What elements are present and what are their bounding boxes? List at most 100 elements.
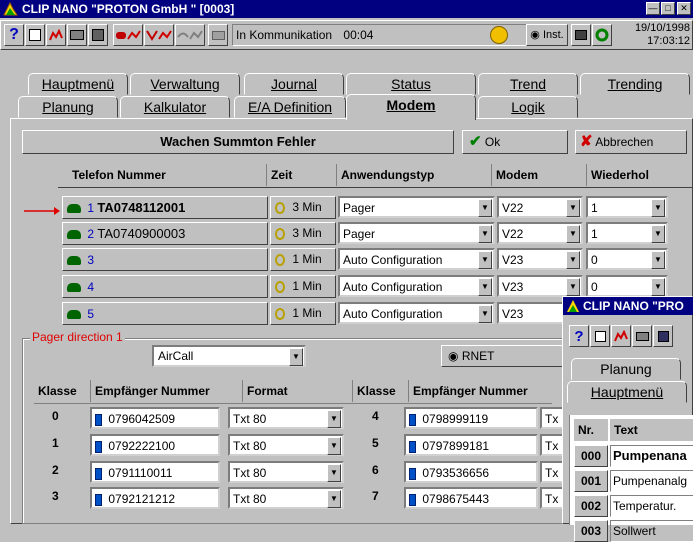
phone-row-1[interactable]: 1 TA0748112001 [62, 196, 268, 219]
second-window[interactable]: CLIP NANO "PRO ? Planung Hauptmenü Nr. T… [562, 296, 693, 542]
close-button[interactable]: ✕ [677, 2, 691, 15]
chevron-down-icon[interactable]: ▼ [566, 199, 580, 217]
tab-planung[interactable]: Planung [18, 96, 118, 118]
text-value[interactable]: Pumpenanalg [610, 470, 693, 492]
chart-icon[interactable] [46, 24, 66, 46]
chevron-down-icon[interactable]: ▼ [566, 278, 580, 296]
tab-trending[interactable]: Trending [580, 73, 690, 95]
phone-row-3[interactable]: 3 [62, 248, 268, 271]
notebook-icon[interactable] [25, 24, 45, 46]
printer-icon[interactable] [632, 325, 652, 347]
wiederhol-select[interactable]: 1 ▼ [586, 196, 668, 218]
zeit-button[interactable]: 1 Min [270, 248, 336, 271]
save-icon[interactable] [88, 24, 108, 46]
tab-hauptmenu[interactable]: Hauptmenü [567, 381, 687, 403]
text-nr[interactable]: 002 [574, 495, 608, 517]
text-nr[interactable]: 001 [574, 470, 608, 492]
tab-logik[interactable]: Logik [478, 96, 578, 118]
notebook-icon[interactable] [590, 325, 610, 347]
tab-verwaltung[interactable]: Verwaltung [130, 73, 240, 95]
tab-status[interactable]: Status [346, 73, 476, 95]
title-bar[interactable]: CLIP NANO "PROTON GmbH " [0003] [0, 0, 693, 18]
empfaenger-field[interactable]: 0798675443 [404, 487, 538, 509]
tab-kalkulator[interactable]: Kalkulator [120, 96, 230, 118]
save-icon[interactable] [653, 325, 673, 347]
pager-service-select[interactable]: AirCall ▼ [152, 345, 306, 367]
chevron-down-icon[interactable]: ▼ [478, 251, 492, 269]
phone-row-4[interactable]: 4 [62, 275, 268, 298]
chevron-down-icon[interactable]: ▼ [327, 410, 341, 428]
text-value[interactable]: Temperatur. [610, 495, 693, 517]
grey-chart-icon[interactable] [175, 24, 205, 46]
chevron-down-icon[interactable]: ▼ [327, 437, 341, 455]
help-icon[interactable]: ? [4, 24, 24, 46]
chart-icon[interactable] [611, 325, 631, 347]
zeit-button[interactable]: 1 Min [270, 302, 336, 325]
zeit-button[interactable]: 3 Min [270, 222, 336, 245]
chevron-down-icon[interactable]: ▼ [478, 278, 492, 296]
anwendungstyp-select[interactable]: Auto Configuration ▼ [338, 275, 495, 297]
tab-hauptmenu[interactable]: Hauptmenü [28, 73, 128, 95]
chevron-down-icon[interactable]: ▼ [289, 348, 303, 366]
empfaenger-field[interactable]: 0792121212 [90, 487, 220, 509]
anwendungstyp-select[interactable]: Auto Configuration ▼ [338, 248, 495, 270]
tab-trend[interactable]: Trend [478, 73, 578, 95]
second-window-title[interactable]: CLIP NANO "PRO [563, 297, 693, 315]
chevron-down-icon[interactable]: ▼ [651, 199, 665, 217]
chevron-down-icon[interactable]: ▼ [478, 305, 492, 323]
tab-planung[interactable]: Planung [571, 358, 681, 380]
signal-chart-icon[interactable] [144, 24, 174, 46]
help-icon[interactable]: ? [569, 325, 589, 347]
empfaenger-field[interactable]: 0793536656 [404, 461, 538, 483]
text-value[interactable]: Sollwert [610, 520, 693, 542]
format-select[interactable]: Txt 80 ▼ [228, 487, 344, 509]
chevron-down-icon[interactable]: ▼ [327, 490, 341, 508]
empfaenger-field[interactable]: 0798999119 [404, 407, 538, 429]
text-nr[interactable]: 000 [574, 445, 608, 467]
anwendungstyp-select[interactable]: Auto Configuration ▼ [338, 302, 495, 324]
format-select[interactable]: Txt 80 ▼ [228, 434, 344, 456]
zeit-button[interactable]: 3 Min [270, 196, 336, 219]
modem-select[interactable]: V23 ▼ [497, 248, 583, 270]
text-value[interactable]: Pumpenana [610, 445, 693, 467]
computer-icon[interactable] [571, 24, 591, 46]
modem-select[interactable]: V23 ▼ [497, 275, 583, 297]
wiederhol-select[interactable]: 0 ▼ [586, 248, 668, 270]
ok-button[interactable]: ✔ Ok [462, 130, 568, 154]
chevron-down-icon[interactable]: ▼ [478, 199, 492, 217]
tab-ea-definition[interactable]: E/A Definition [234, 96, 346, 118]
empfaenger-field[interactable]: 0791110011 [90, 461, 220, 483]
chevron-down-icon[interactable]: ▼ [327, 464, 341, 482]
phone-row-5[interactable]: 5 [62, 302, 268, 325]
wiederhol-select[interactable]: 0 ▼ [586, 275, 668, 297]
empfaenger-field[interactable]: 0797899181 [404, 434, 538, 456]
text-nr[interactable]: 003 [574, 520, 608, 542]
network-button[interactable]: ◉ RNET [441, 345, 565, 367]
format-select[interactable]: Txt 80 ▼ [228, 407, 344, 429]
modem-select[interactable]: V22 ▼ [497, 222, 583, 244]
anwendungstyp-select[interactable]: Pager ▼ [338, 196, 495, 218]
wiederhol-select[interactable]: 1 ▼ [586, 222, 668, 244]
printer-icon[interactable] [67, 24, 87, 46]
phone-chart-icon[interactable] [113, 24, 143, 46]
chevron-down-icon[interactable]: ▼ [566, 251, 580, 269]
zeit-button[interactable]: 1 Min [270, 275, 336, 298]
modem-select[interactable]: V22 ▼ [497, 196, 583, 218]
modem-icon[interactable] [208, 24, 228, 46]
cancel-button[interactable]: ✘ Abbrechen [575, 130, 687, 154]
chevron-down-icon[interactable]: ▼ [651, 278, 665, 296]
chevron-down-icon[interactable]: ▼ [478, 225, 492, 243]
tab-journal[interactable]: Journal [244, 73, 344, 95]
empfaenger-field[interactable]: 0796042509 [90, 407, 220, 429]
chevron-down-icon[interactable]: ▼ [566, 225, 580, 243]
phone-row-2[interactable]: 2 TA0740900003 [62, 222, 268, 245]
empfaenger-field[interactable]: 0792222100 [90, 434, 220, 456]
inst-button[interactable]: ◉ Inst. [526, 24, 568, 46]
minimize-button[interactable]: — [646, 2, 660, 15]
refresh-icon[interactable] [592, 24, 612, 46]
format-select[interactable]: Txt 80 ▼ [228, 461, 344, 483]
chevron-down-icon[interactable]: ▼ [651, 225, 665, 243]
chevron-down-icon[interactable]: ▼ [651, 251, 665, 269]
anwendungstyp-select[interactable]: Pager ▼ [338, 222, 495, 244]
maximize-button[interactable]: □ [661, 2, 675, 15]
